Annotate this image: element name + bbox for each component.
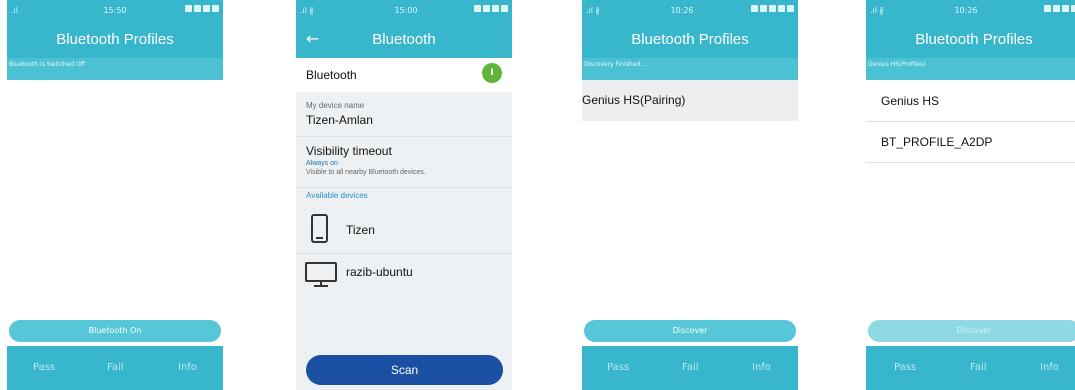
bluetooth-on-button[interactable]: Bluetooth On xyxy=(9,320,221,342)
status-bar: .ıl 15:50 xyxy=(7,0,223,22)
status-icons xyxy=(474,5,508,12)
footer-bar: Pass Fail Info xyxy=(866,346,1075,390)
phone-icon xyxy=(311,214,328,243)
info-button[interactable]: Info xyxy=(178,362,197,373)
screen-bluetooth-off: .ıl 15:50 Bluetooth Profiles Bluetooth i… xyxy=(7,0,223,390)
pass-button[interactable]: Pass xyxy=(894,362,916,373)
page-title: Bluetooth Profiles xyxy=(915,31,1033,48)
visibility-label: Visibility timeout xyxy=(306,144,392,158)
clock: 15:00 xyxy=(394,6,418,15)
discover-button[interactable]: Discover xyxy=(584,320,796,342)
page-title: Bluetooth xyxy=(372,31,436,48)
bluetooth-toggle[interactable]: I xyxy=(482,63,502,83)
clock: 15:50 xyxy=(103,6,127,15)
status-bar: .ıl ∦ 10:26 xyxy=(866,0,1075,22)
status-icons xyxy=(185,5,219,12)
device-name: razib-ubuntu xyxy=(346,265,413,279)
status-message: Bluetooth is Switched Off xyxy=(7,58,223,80)
pass-button[interactable]: Pass xyxy=(33,362,55,373)
info-button[interactable]: Info xyxy=(1040,362,1059,373)
monitor-icon xyxy=(305,262,337,287)
scan-button[interactable]: Scan xyxy=(306,355,503,385)
device-item-label: Genius HS(Pairing) xyxy=(582,93,686,107)
signal-icon: .ıl ∦ xyxy=(586,6,600,15)
status-bar: .ıl ∦ 10:26 xyxy=(582,0,798,22)
device-row-tizen[interactable]: Tizen xyxy=(296,206,512,252)
visibility-value: Always on xyxy=(306,160,338,167)
signal-icon: .ıl ∦ xyxy=(870,6,884,15)
pass-button[interactable]: Pass xyxy=(607,362,629,373)
device-row-razib-ubuntu[interactable]: razib-ubuntu xyxy=(296,254,512,294)
clock: 10:26 xyxy=(670,6,694,15)
device-name: Tizen xyxy=(346,223,375,237)
bluetooth-row[interactable]: Bluetooth xyxy=(296,58,512,92)
footer-bar: Pass Fail Info xyxy=(7,346,223,390)
screen-discovery-finished: .ıl ∦ 10:26 Bluetooth Profiles Discovery… xyxy=(582,0,798,390)
app-header: Bluetooth Profiles xyxy=(7,22,223,58)
discover-button[interactable]: Discover xyxy=(868,320,1075,342)
page-title: Bluetooth Profiles xyxy=(631,31,749,48)
footer-bar: Pass Fail Info xyxy=(582,346,798,390)
profile-item-label: Genius HS xyxy=(881,94,940,108)
app-header: Bluetooth Profiles xyxy=(866,22,1075,58)
signal-icon: .ıl xyxy=(11,6,18,15)
screen-bluetooth-settings: .ıl ∦ 15:00 ← Bluetooth Bluetooth I My d… xyxy=(296,0,512,390)
app-header: Bluetooth Profiles xyxy=(582,22,798,58)
bluetooth-label: Bluetooth xyxy=(306,68,357,82)
status-bar: .ıl ∦ 15:00 xyxy=(296,0,512,22)
clock: 10:26 xyxy=(954,6,978,15)
signal-icon: .ıl ∦ xyxy=(300,6,314,15)
divider xyxy=(296,187,512,188)
status-message: Genius HS(Profiles) xyxy=(866,58,1075,80)
status-message: Discovery Finished... xyxy=(582,58,798,80)
list-item[interactable]: Genius HS xyxy=(866,80,1075,121)
page-title: Bluetooth Profiles xyxy=(56,31,174,48)
fail-button[interactable]: Fail xyxy=(970,362,987,373)
device-name-row[interactable]: My device name Tizen-Amlan xyxy=(296,93,512,135)
status-icons xyxy=(751,5,794,12)
available-devices-header: Available devices xyxy=(296,190,512,204)
list-item[interactable]: BT_PROFILE_A2DP xyxy=(866,122,1075,162)
device-name-label: My device name xyxy=(306,101,365,110)
fail-button[interactable]: Fail xyxy=(682,362,699,373)
available-devices-label: Available devices xyxy=(306,191,368,200)
app-header: ← Bluetooth xyxy=(296,22,512,58)
divider xyxy=(866,162,1075,163)
status-icons xyxy=(1044,5,1075,12)
visibility-desc: Visible to all nearby Bluetooth devices. xyxy=(306,169,426,176)
device-name-value: Tizen-Amlan xyxy=(306,113,373,127)
screen-device-profiles: .ıl ∦ 10:26 Bluetooth Profiles Genius HS… xyxy=(866,0,1075,390)
fail-button[interactable]: Fail xyxy=(107,362,124,373)
info-button[interactable]: Info xyxy=(752,362,771,373)
list-item[interactable]: Genius HS(Pairing) xyxy=(582,80,798,121)
visibility-row[interactable]: Visibility timeout Always on Visible to … xyxy=(296,137,512,187)
profile-item-label: BT_PROFILE_A2DP xyxy=(881,135,993,149)
